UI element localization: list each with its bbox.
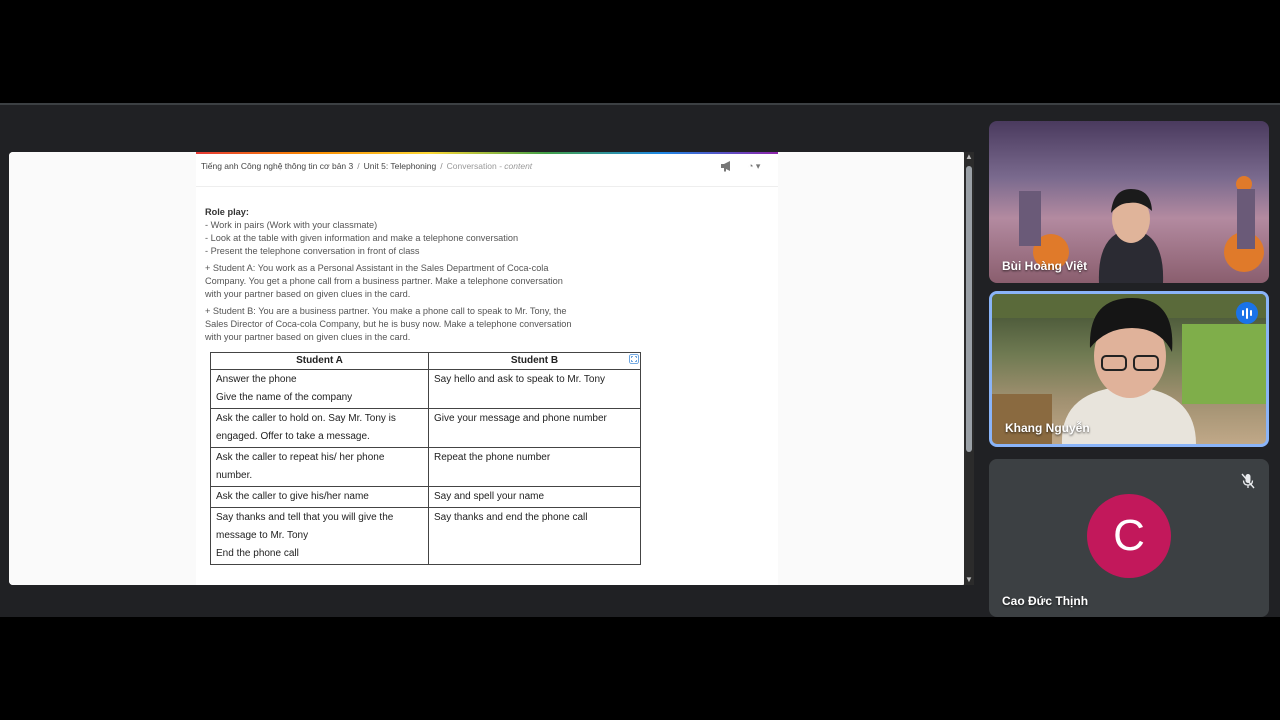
participant-name: Bùi Hoàng Việt [1002,259,1088,273]
cell-line: number. [216,470,253,481]
cell-line: End the phone call [216,548,299,559]
cell-student-b: Say hello and ask to speak to Mr. Tony [428,369,641,409]
column-header-student-a: Student A [210,352,429,370]
screen: Tiếng anh Công nghệ thông tin cơ bản 3/U… [0,0,1280,720]
cell-line: Say thanks and end the phone call [434,512,588,523]
cell-line: Give your message and phone number [434,413,607,424]
cell-line: Say hello and ask to speak to Mr. Tony [434,374,606,385]
breadcrumb: Tiếng anh Công nghệ thông tin cơ bản 3/U… [201,161,533,171]
cell-student-a: Answer the phone Give the name of the com… [210,369,429,409]
breadcrumb-page-suffix: - content [499,161,533,171]
scroll-down-arrow-icon[interactable]: ▼ [965,576,973,584]
breadcrumb-course[interactable]: Tiếng anh Công nghệ thông tin cơ bản 3 [201,161,353,171]
cell-student-a: Ask the caller to repeat his/ her phone n… [210,447,429,487]
fullscreen-icon[interactable] [629,354,639,364]
instruction-line: with your partner based on given clues i… [205,289,411,299]
cell-line: Give the name of the company [216,392,353,403]
table-row: Say thanks and tell that you will give t… [210,507,641,565]
shared-screen-scrollbar[interactable]: ▲ ▼ [964,152,974,585]
megaphone-icon[interactable] [720,160,734,172]
cell-line: Ask the caller to repeat his/ her phone [216,452,385,463]
roleplay-title: Role play: [205,207,249,217]
cell-line: Repeat the phone number [434,452,551,463]
column-header-student-b: Student B [428,352,641,370]
scrollbar-thumb[interactable] [966,166,972,452]
meeting-window: Tiếng anh Công nghệ thông tin cơ bản 3/U… [0,103,1280,617]
cell-student-b: Say thanks and end the phone call [428,507,641,565]
roleplay-bullet: - Work in pairs (Work with your classmat… [205,220,378,230]
instruction-line: Company. You get a phone call from a bus… [205,276,563,286]
audio-level-icon [1236,302,1258,324]
lesson-content: Role play: - Work in pairs (Work with yo… [205,206,765,344]
avatar: C [1087,494,1171,578]
roleplay-bullet: - Present the telephone conversation in … [205,246,420,256]
cell-student-b: Say and spell your name [428,486,641,508]
participant-tile[interactable]: C Cao Đức Thịnh [989,459,1269,617]
instruction-line: + Student B: You are a business partner.… [205,306,567,316]
cell-line: Say thanks and tell that you will give t… [216,512,394,523]
lesson-page: Tiếng anh Công nghệ thông tin cơ bản 3/U… [196,152,778,585]
page-margin-right [778,152,966,585]
user-menu-icon[interactable]: ◔ ▾ [748,161,760,172]
cell-line: engaged. Offer to take a message. [216,431,370,442]
cell-student-a: Ask the caller to hold on. Say Mr. Tony … [210,408,429,448]
table-header-row: Student A Student B [210,352,641,370]
page-topbar: Tiếng anh Công nghệ thông tin cơ bản 3/U… [196,154,778,187]
student-a-instructions: + Student A: You work as a Personal Assi… [205,262,765,301]
cell-line: Ask the caller to give his/her name [216,491,369,502]
cell-student-a: Say thanks and tell that you will give t… [210,507,429,565]
table-row: Ask the caller to hold on. Say Mr. Tony … [210,408,641,448]
table-row: Ask the caller to repeat his/ her phone n… [210,447,641,487]
page-margin-left [9,152,196,585]
roleplay-table: Student A Student B Answer the phone Give… [210,352,641,565]
roleplay-bullet: - Look at the table with given informati… [205,233,519,243]
cell-student-a: Ask the caller to give his/her name [210,486,429,508]
instruction-line: + Student A: You work as a Personal Assi… [205,263,549,273]
participant-tile-active-speaker[interactable]: Khang Nguyễn [989,291,1269,447]
table-row: Ask the caller to give his/her name Say … [210,486,641,508]
table-row: Answer the phone Give the name of the com… [210,369,641,409]
cell-student-b: Give your message and phone number [428,408,641,448]
participant-name: Khang Nguyễn [1005,421,1090,435]
cell-line: Answer the phone [216,374,297,385]
instruction-line: Sales Director of Coca-cola Company, but… [205,319,572,329]
cell-student-b: Repeat the phone number [428,447,641,487]
shared-screen[interactable]: Tiếng anh Công nghệ thông tin cơ bản 3/U… [9,152,966,585]
breadcrumb-unit[interactable]: Unit 5: Telephoning [364,161,437,171]
breadcrumb-page: Conversation [446,161,497,171]
scroll-up-arrow-icon[interactable]: ▲ [965,153,973,161]
cell-line: Say and spell your name [434,491,545,502]
student-b-instructions: + Student B: You are a business partner.… [205,305,765,344]
participant-tile[interactable]: Bùi Hoàng Việt [989,121,1269,283]
mic-off-icon [1241,473,1255,489]
cell-line: message to Mr. Tony [216,530,309,541]
participant-name: Cao Đức Thịnh [1002,594,1089,608]
cell-line: Ask the caller to hold on. Say Mr. Tony … [216,413,396,424]
instruction-line: with your partner based on given clues i… [205,332,411,342]
